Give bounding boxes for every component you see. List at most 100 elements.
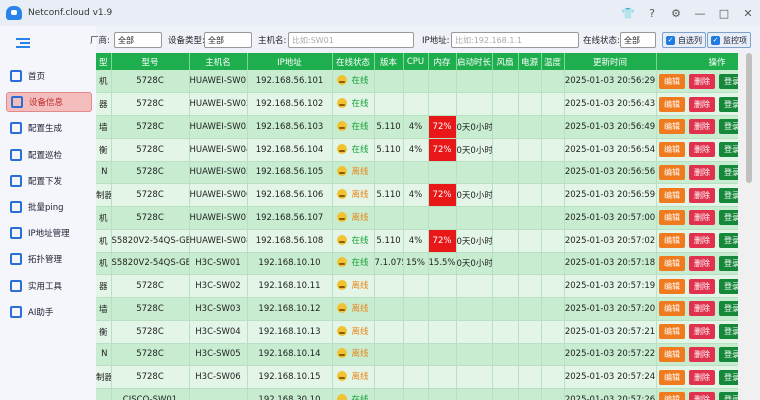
auto-columns-checkbox[interactable]: ✓ 自选列 <box>662 32 706 48</box>
delete-button[interactable]: 删除 <box>689 210 715 226</box>
checkbox-checked-icon: ✓ <box>711 35 720 45</box>
table-row[interactable]: 机 5728C HUAWEI-SW01 192.168.56.101 在线 2025-01… <box>96 70 738 94</box>
delete-button[interactable]: 删除 <box>689 187 715 203</box>
ip-cell: 192.168.56.106 <box>247 183 333 207</box>
edit-button[interactable]: 编辑 <box>659 324 685 340</box>
status-text: 在线 <box>351 121 369 132</box>
sidebar-item-4[interactable]: 配置下发 <box>6 171 92 191</box>
login-button[interactable]: 登录 <box>719 324 738 340</box>
uptime-cell <box>456 297 493 321</box>
model-cell: 5728C <box>111 138 190 162</box>
vertical-scrollbar[interactable] <box>739 53 760 400</box>
delete-button[interactable]: 删除 <box>689 73 715 89</box>
time-cell: 2025-01-03 20:57:18 <box>564 252 657 276</box>
sidebar-item-3[interactable]: 配置巡检 <box>6 145 92 165</box>
help-icon[interactable]: ? <box>640 0 664 26</box>
vendor-select[interactable] <box>114 32 162 48</box>
delete-button[interactable]: 删除 <box>689 96 715 112</box>
table-row[interactable]: 器 5728C HUAWEI-SW02 192.168.56.102 在线 2025-01… <box>96 92 738 116</box>
ver-cell: 7.1.075 <box>374 252 404 276</box>
close-icon[interactable]: ✕ <box>736 0 760 26</box>
edit-button[interactable]: 编辑 <box>659 73 685 89</box>
status-select[interactable] <box>620 32 656 48</box>
login-button[interactable]: 登录 <box>719 233 738 249</box>
table-row[interactable]: 衡 5728C HUAWEI-SW04 192.168.56.104 在线 5.110 4%… <box>96 138 738 162</box>
cpu-cell <box>403 70 429 94</box>
login-button[interactable]: 登录 <box>719 73 738 89</box>
delete-button[interactable]: 删除 <box>689 164 715 180</box>
actions-cell: 编辑删除登录详情 <box>656 343 738 367</box>
delete-button[interactable]: 删除 <box>689 119 715 135</box>
edit-button[interactable]: 编辑 <box>659 369 685 385</box>
minimize-icon[interactable]: — <box>688 0 712 26</box>
login-button[interactable]: 登录 <box>719 164 738 180</box>
ip-input[interactable] <box>451 32 579 48</box>
cpu-cell: 15% <box>403 252 429 276</box>
sidebar-item-5[interactable]: 批量ping <box>6 197 92 217</box>
collapse-menu-icon[interactable] <box>16 38 30 48</box>
edit-button[interactable]: 编辑 <box>659 233 685 249</box>
login-button[interactable]: 登录 <box>719 210 738 226</box>
sidebar-item-2[interactable]: 配置生成 <box>6 118 92 138</box>
device-type-select[interactable] <box>204 32 252 48</box>
delete-button[interactable]: 删除 <box>689 255 715 271</box>
login-button[interactable]: 登录 <box>719 187 738 203</box>
delete-button[interactable]: 删除 <box>689 392 715 400</box>
monitor-items-checkbox[interactable]: ✓ 监控项 <box>707 32 751 48</box>
login-button[interactable]: 登录 <box>719 96 738 112</box>
delete-button[interactable]: 删除 <box>689 324 715 340</box>
edit-button[interactable]: 编辑 <box>659 119 685 135</box>
login-button[interactable]: 登录 <box>719 142 738 158</box>
table-row[interactable]: 机 S5820V2-54QS-GE HUAWEI-SW08 192.168.56.10… <box>96 229 738 253</box>
empty-cell <box>518 138 542 162</box>
delete-button[interactable]: 删除 <box>689 346 715 362</box>
login-button[interactable]: 登录 <box>719 119 738 135</box>
login-button[interactable]: 登录 <box>719 278 738 294</box>
login-button[interactable]: 登录 <box>719 301 738 317</box>
mem-cell <box>428 343 457 367</box>
edit-button[interactable]: 编辑 <box>659 346 685 362</box>
edit-button[interactable]: 编辑 <box>659 301 685 317</box>
delete-button[interactable]: 删除 <box>689 369 715 385</box>
table-row[interactable]: 墙 5728C H3C-SW03 192.168.10.12 离线 2025-01-03 … <box>96 297 738 321</box>
table-row[interactable]: 衡 5728C H3C-SW04 192.168.10.13 离线 2025-01-03 … <box>96 320 738 344</box>
sidebar-item-7[interactable]: 拓扑管理 <box>6 249 92 269</box>
table-row[interactable]: 制器5728CHUAWEI-SW06192.168.56.106 离线 5.1104… <box>96 183 738 207</box>
maximize-icon[interactable]: □ <box>712 0 736 26</box>
empty-cell <box>541 343 565 367</box>
login-button[interactable]: 登录 <box>719 346 738 362</box>
sidebar-item-0[interactable]: 首页 <box>6 66 92 86</box>
table-row[interactable]: 墙 5728C HUAWEI-SW03 192.168.56.103 在线 5.110 4%… <box>96 115 738 139</box>
edit-button[interactable]: 编辑 <box>659 392 685 400</box>
table-row[interactable]: N 5728C HUAWEI-SW05 192.168.56.105 离线 2025-01… <box>96 161 738 185</box>
edit-button[interactable]: 编辑 <box>659 278 685 294</box>
login-button[interactable]: 登录 <box>719 369 738 385</box>
edit-button[interactable]: 编辑 <box>659 255 685 271</box>
sidebar-item-8[interactable]: 实用工具 <box>6 276 92 296</box>
table-row[interactable]: 制器5728CH3C-SW06192.168.10.15 离线 2025-01-03… <box>96 365 738 389</box>
edit-button[interactable]: 编辑 <box>659 142 685 158</box>
sidebar-item-1[interactable]: 设备信息 <box>6 92 92 113</box>
table-row[interactable]: 器 5728C H3C-SW02 192.168.10.11 离线 2025-01-03 … <box>96 274 738 298</box>
table-row[interactable]: CISCO-SW01 192.168.30.10 在线 2025-01-03 20:5… <box>96 388 738 400</box>
host-cell: H3C-SW04 <box>189 320 248 344</box>
delete-button[interactable]: 删除 <box>689 278 715 294</box>
gear-icon[interactable]: ⚙ <box>664 0 688 26</box>
sidebar-item-9[interactable]: AI助手 <box>6 302 92 322</box>
scrollbar-thumb[interactable] <box>746 53 752 183</box>
edit-button[interactable]: 编辑 <box>659 187 685 203</box>
sidebar-item-6[interactable]: IP地址管理 <box>6 223 92 243</box>
shirt-icon[interactable]: 👕 <box>616 0 640 26</box>
table-row[interactable]: 机 5728C HUAWEI-SW07 192.168.56.107 离线 2025-01… <box>96 206 738 230</box>
edit-button[interactable]: 编辑 <box>659 164 685 180</box>
login-button[interactable]: 登录 <box>719 392 738 400</box>
table-row[interactable]: N 5728C H3C-SW05 192.168.10.14 离线 2025-01-03 … <box>96 343 738 367</box>
login-button[interactable]: 登录 <box>719 255 738 271</box>
delete-button[interactable]: 删除 <box>689 233 715 249</box>
table-row[interactable]: 机 S5820V2-54QS-GE H3C-SW01 192.168.10.10 在线 7… <box>96 252 738 276</box>
delete-button[interactable]: 删除 <box>689 142 715 158</box>
edit-button[interactable]: 编辑 <box>659 96 685 112</box>
edit-button[interactable]: 编辑 <box>659 210 685 226</box>
hostname-input[interactable] <box>288 32 414 48</box>
delete-button[interactable]: 删除 <box>689 301 715 317</box>
